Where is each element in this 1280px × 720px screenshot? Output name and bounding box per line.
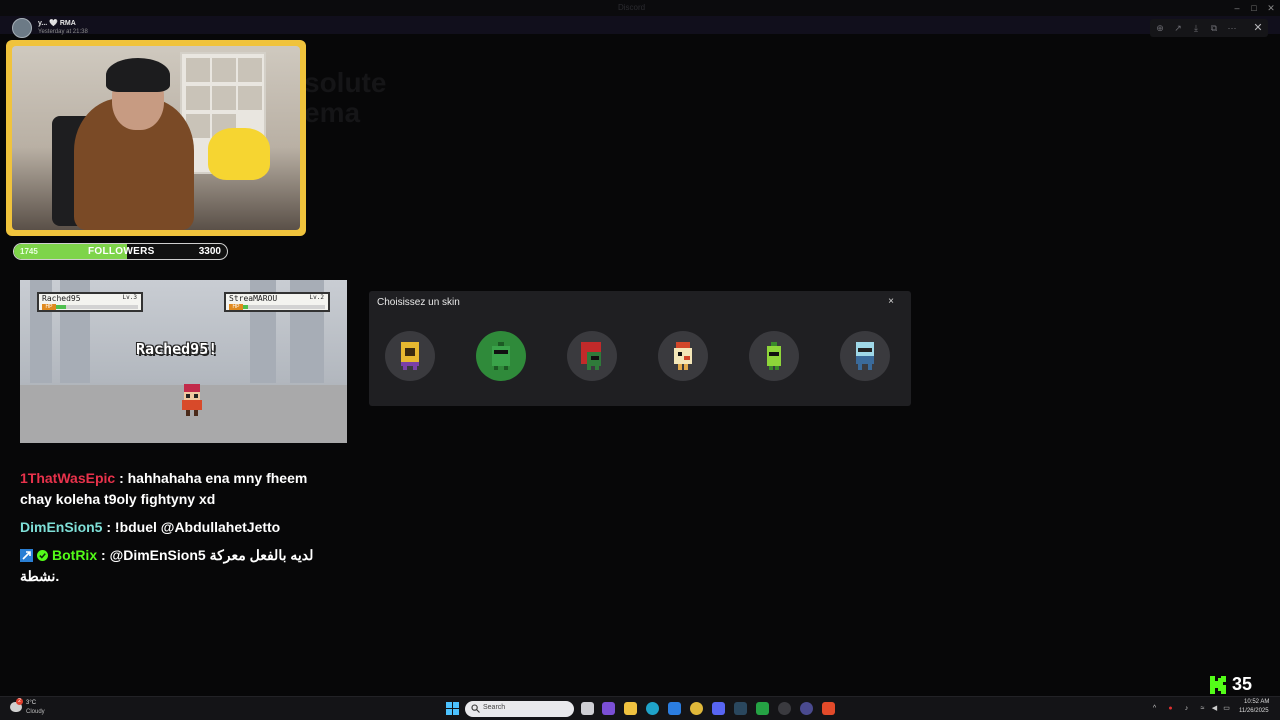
battery-icon[interactable]: ▭ (1222, 704, 1231, 713)
player-hp-box: Rached95 Lv.3 HP (37, 292, 143, 312)
steam-icon[interactable] (734, 702, 747, 715)
follower-goal: 3300 (198, 246, 221, 257)
minimize-icon[interactable]: – (1230, 2, 1244, 14)
browser-icon[interactable] (800, 702, 813, 715)
player-name: Rached95 (42, 294, 81, 303)
window-title: Discord (618, 3, 646, 12)
weather-temperature: 3°C (26, 700, 37, 706)
chrome-icon[interactable] (690, 702, 703, 715)
battle-game-panel: Rached95 Lv.3 HP StreaMAROU Lv.2 HP Rach… (20, 280, 347, 443)
opponent-name: StreaMAROU (229, 294, 278, 303)
follower-count: 1745 (20, 247, 38, 256)
chat-overlay: 1ThatWasEpic : hahhahaha ena mny fheem c… (20, 468, 340, 594)
background-heading: solute ema (304, 67, 387, 128)
edge-icon[interactable] (646, 702, 659, 715)
skin-blue-ghost-icon (856, 342, 874, 370)
clock-date[interactable]: 11/26/2025 (1239, 708, 1269, 714)
mail-icon[interactable] (668, 702, 681, 715)
post-timestamp: Yesterday at 21:38 (38, 29, 88, 35)
skin-red-hair-icon (581, 342, 601, 370)
skin-option-blue-ghost[interactable] (840, 331, 890, 381)
battle-announcement: Rached95! (136, 340, 218, 358)
modal-title: Choisissez un skin (377, 297, 460, 308)
maximize-icon[interactable]: □ (1247, 2, 1261, 14)
whatsapp-icon[interactable] (756, 702, 769, 715)
share-icon[interactable]: ↗ (1172, 22, 1184, 34)
clock-time[interactable]: 10:52 AM (1244, 699, 1269, 705)
notice-bar (0, 16, 1280, 34)
skin-white-bird-icon (674, 342, 692, 370)
skin-green-robot-icon (492, 342, 510, 370)
chat-username[interactable]: BotRix (52, 547, 97, 563)
tray-app-icon[interactable]: ● (1166, 704, 1175, 713)
brave-icon[interactable] (822, 702, 835, 715)
chat-text: : !bduel @AbdullahetJetto (106, 519, 281, 535)
taskbar: 2 3°C Cloudy Search ^ ● ♪ ≈ ◀ ▭ 10:52 AM… (0, 696, 1280, 720)
skin-option-green-slime[interactable] (749, 331, 799, 381)
opponent-hp-box: StreaMAROU Lv.2 HP (224, 292, 330, 312)
kick-logo-icon (1210, 676, 1226, 694)
taskbar-search-input[interactable]: Search (465, 701, 574, 717)
zoom-icon[interactable]: ⊕ (1154, 22, 1166, 34)
chat-message: BotRix : @DimEnSion5 لديه بالفعل معركة ن… (20, 545, 340, 587)
skin-picker-modal: Choisissez un skin × (369, 291, 911, 406)
skin-option-white-bird[interactable] (658, 331, 708, 381)
webcam-frame (6, 40, 306, 236)
download-icon[interactable]: ⤓ (1190, 22, 1202, 34)
obsidian-icon[interactable] (602, 702, 615, 715)
open-external-icon[interactable]: ⧉ (1208, 22, 1220, 34)
chat-message: DimEnSion5 : !bduel @AbdullahetJetto (20, 517, 340, 538)
skin-option-yellow-knight[interactable] (385, 331, 435, 381)
chat-username[interactable]: DimEnSion5 (20, 519, 102, 535)
close-icon[interactable]: × (885, 296, 897, 308)
title-bar: Discord – □ ✕ (0, 0, 1280, 16)
skin-green-slime-icon (767, 342, 781, 370)
follower-label: FOLLOWERS (88, 246, 155, 257)
obs-icon[interactable] (778, 702, 791, 715)
wifi-icon[interactable]: ≈ (1198, 704, 1207, 713)
player-sprite (182, 384, 202, 416)
folder-icon[interactable] (624, 702, 637, 715)
search-icon (471, 704, 480, 713)
search-placeholder: Search (483, 704, 506, 711)
chat-message: 1ThatWasEpic : hahhahaha ena mny fheem c… (20, 468, 340, 510)
tray-overflow-icon[interactable]: ^ (1150, 704, 1159, 713)
chat-username[interactable]: 1ThatWasEpic (20, 470, 115, 486)
viewer-count: 35 (1232, 674, 1253, 694)
skin-option-red-hair[interactable] (567, 331, 617, 381)
skin-option-green-robot[interactable] (476, 331, 526, 381)
verified-badge-icon (37, 550, 48, 561)
opponent-hp-bar: HP (229, 304, 325, 310)
follower-goal-bar: 1745 FOLLOWERS 3300 (13, 243, 228, 260)
discord-icon[interactable] (712, 702, 725, 715)
close-viewer-icon[interactable]: ✕ (1250, 19, 1266, 37)
close-window-icon[interactable]: ✕ (1264, 2, 1278, 14)
player-hp-tag: HP (42, 304, 56, 310)
weather-condition: Cloudy (26, 709, 45, 715)
opponent-hp-tag: HP (229, 304, 243, 310)
task-view-icon[interactable] (581, 702, 594, 715)
avatar[interactable] (12, 18, 32, 38)
volume-icon[interactable]: ◀ (1210, 704, 1219, 713)
opponent-level: Lv.2 (309, 294, 324, 301)
plush-image (208, 128, 270, 180)
windows-start-icon[interactable] (446, 702, 459, 715)
player-hp-bar: HP (42, 304, 138, 310)
beanie-image (106, 58, 170, 92)
bot-badge-icon (20, 549, 33, 562)
poster-name[interactable]: y... 🤍 RMA (38, 19, 76, 27)
webcam-video (12, 46, 300, 230)
more-options-icon[interactable]: ⋯ (1226, 22, 1238, 34)
player-level: Lv.3 (122, 294, 137, 301)
skin-yellow-knight-icon (401, 342, 419, 370)
notification-badge: 2 (16, 698, 23, 705)
microphone-icon[interactable]: ♪ (1182, 704, 1191, 713)
